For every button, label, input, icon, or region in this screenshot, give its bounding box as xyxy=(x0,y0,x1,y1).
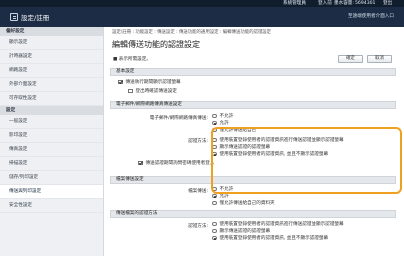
radio-file-method-3[interactable]: 使用裝置登錄使用者的認證資訊, 並且不顯示認證螢幕 xyxy=(212,235,328,241)
option-ask-password[interactable]: 傳送認證期間詢問密碼使用者登入 xyxy=(138,160,214,166)
radio-icon[interactable] xyxy=(212,120,217,126)
main-content: 設定/註冊 : 功能設定 : 傳送設定 : 傳送功能的通用設定 : 編輯傳送功能… xyxy=(104,27,404,256)
radio-icon[interactable] xyxy=(212,221,217,227)
login-link[interactable]: 登入前 xyxy=(318,1,332,6)
radio-file-self-only[interactable]: 僅允許傳送給自己的資料夾 xyxy=(212,200,275,206)
logout-link[interactable]: 登出 xyxy=(383,1,392,6)
sidebar-item-accessibility[interactable]: 可存取性設定 xyxy=(0,92,103,106)
option-confirm-logout[interactable]: 登出時確認傳送設定 xyxy=(128,88,177,94)
brand-label: 設定/註冊 xyxy=(21,14,50,22)
radio-icon[interactable] xyxy=(212,193,217,199)
settings-register-icon xyxy=(10,13,18,21)
sidebar-item-store-print[interactable]: 儲存/列印設定 xyxy=(0,171,103,185)
highlight-callout xyxy=(211,127,402,194)
sidebar: 偏好設定 顯示設定 計時器設定 網路設定 外部介面設定 可存取性設定 設定 一般… xyxy=(0,27,104,256)
checkbox-icon[interactable] xyxy=(128,88,133,94)
toner-label: 墨水容量: xyxy=(334,1,354,6)
sidebar-item-timer[interactable]: 計時器設定 xyxy=(0,50,103,64)
required-note: ■ 表示所需設定。 xyxy=(113,57,151,62)
checkbox-icon[interactable] xyxy=(118,79,123,85)
user-name: 系統管理員 xyxy=(283,1,306,6)
radio-email-allow[interactable]: 允許 xyxy=(212,120,229,126)
sidebar-item-interface[interactable]: 外部介面設定 xyxy=(0,78,103,92)
sidebar-item-security[interactable]: 安全性設定 xyxy=(0,199,103,213)
radio-email-disallow[interactable]: 不允許 xyxy=(212,113,233,119)
sidebar-item-send[interactable]: 傳送與列印設定 xyxy=(0,185,103,199)
toner-value: 5694301 xyxy=(355,1,376,6)
sidebar-item-fax[interactable]: 傳真設定 xyxy=(0,143,103,157)
sidebar-item-display[interactable]: 顯示設定 xyxy=(0,36,103,50)
checkbox-icon[interactable] xyxy=(138,160,143,166)
sidebar-section-settings: 設定 xyxy=(0,106,103,115)
brand[interactable]: 設定/註冊 xyxy=(10,11,49,23)
radio-file-method-2[interactable]: 顯示傳送認證的認證螢幕 xyxy=(212,228,270,234)
page-title: 編輯傳送功能的認證設定 xyxy=(112,40,200,49)
app-header: 設定/註冊 至遠端使用者介面入口 xyxy=(0,7,404,27)
radio-icon[interactable] xyxy=(212,228,217,234)
breadcrumb: 設定/註冊 : 功能設定 : 傳送設定 : 傳送功能的通用設定 : 編輯傳送功能… xyxy=(112,30,272,35)
email-send-label: 電子郵件/網際網路傳真傳送: xyxy=(149,116,208,121)
email-auth-method-label: 認證方法: xyxy=(188,139,208,144)
file-send-label: 檔案傳送: xyxy=(188,189,208,194)
file-auth-method-label: 認證方法: xyxy=(188,224,208,229)
section-email-header: 電子郵件/網際網路傳真傳送設定 xyxy=(110,101,396,109)
radio-icon[interactable] xyxy=(212,235,217,241)
option-show-auth-screen[interactable]: 傳送執行期間顯示認證螢幕 xyxy=(118,79,181,85)
radio-icon[interactable] xyxy=(212,113,217,119)
radio-icon[interactable] xyxy=(212,200,217,206)
top-status-bar: 系統管理員 登入前 墨水容量: 5694301 登出 xyxy=(0,0,404,7)
sidebar-item-scan[interactable]: 掃描設定 xyxy=(0,157,103,171)
section-basic-header: 基本設定 xyxy=(110,68,396,76)
sidebar-item-network[interactable]: 網路設定 xyxy=(0,64,103,78)
sidebar-item-copy[interactable]: 影印設定 xyxy=(0,129,103,143)
radio-file-method-1[interactable]: 使用裝置登錄使用者的認證資訊進行傳送認證並顯示認證螢幕 xyxy=(212,221,344,227)
ok-button[interactable]: 確定 xyxy=(338,55,363,63)
sidebar-section-preferences: 偏好設定 xyxy=(0,27,103,36)
portal-link[interactable]: 至遠端使用者介面入口 xyxy=(348,13,394,19)
sidebar-item-general[interactable]: 一般設定 xyxy=(0,115,103,129)
section-file-auth-header: 傳送檔案的認證方法 xyxy=(110,210,396,218)
cancel-button[interactable]: 取消 xyxy=(367,55,392,63)
